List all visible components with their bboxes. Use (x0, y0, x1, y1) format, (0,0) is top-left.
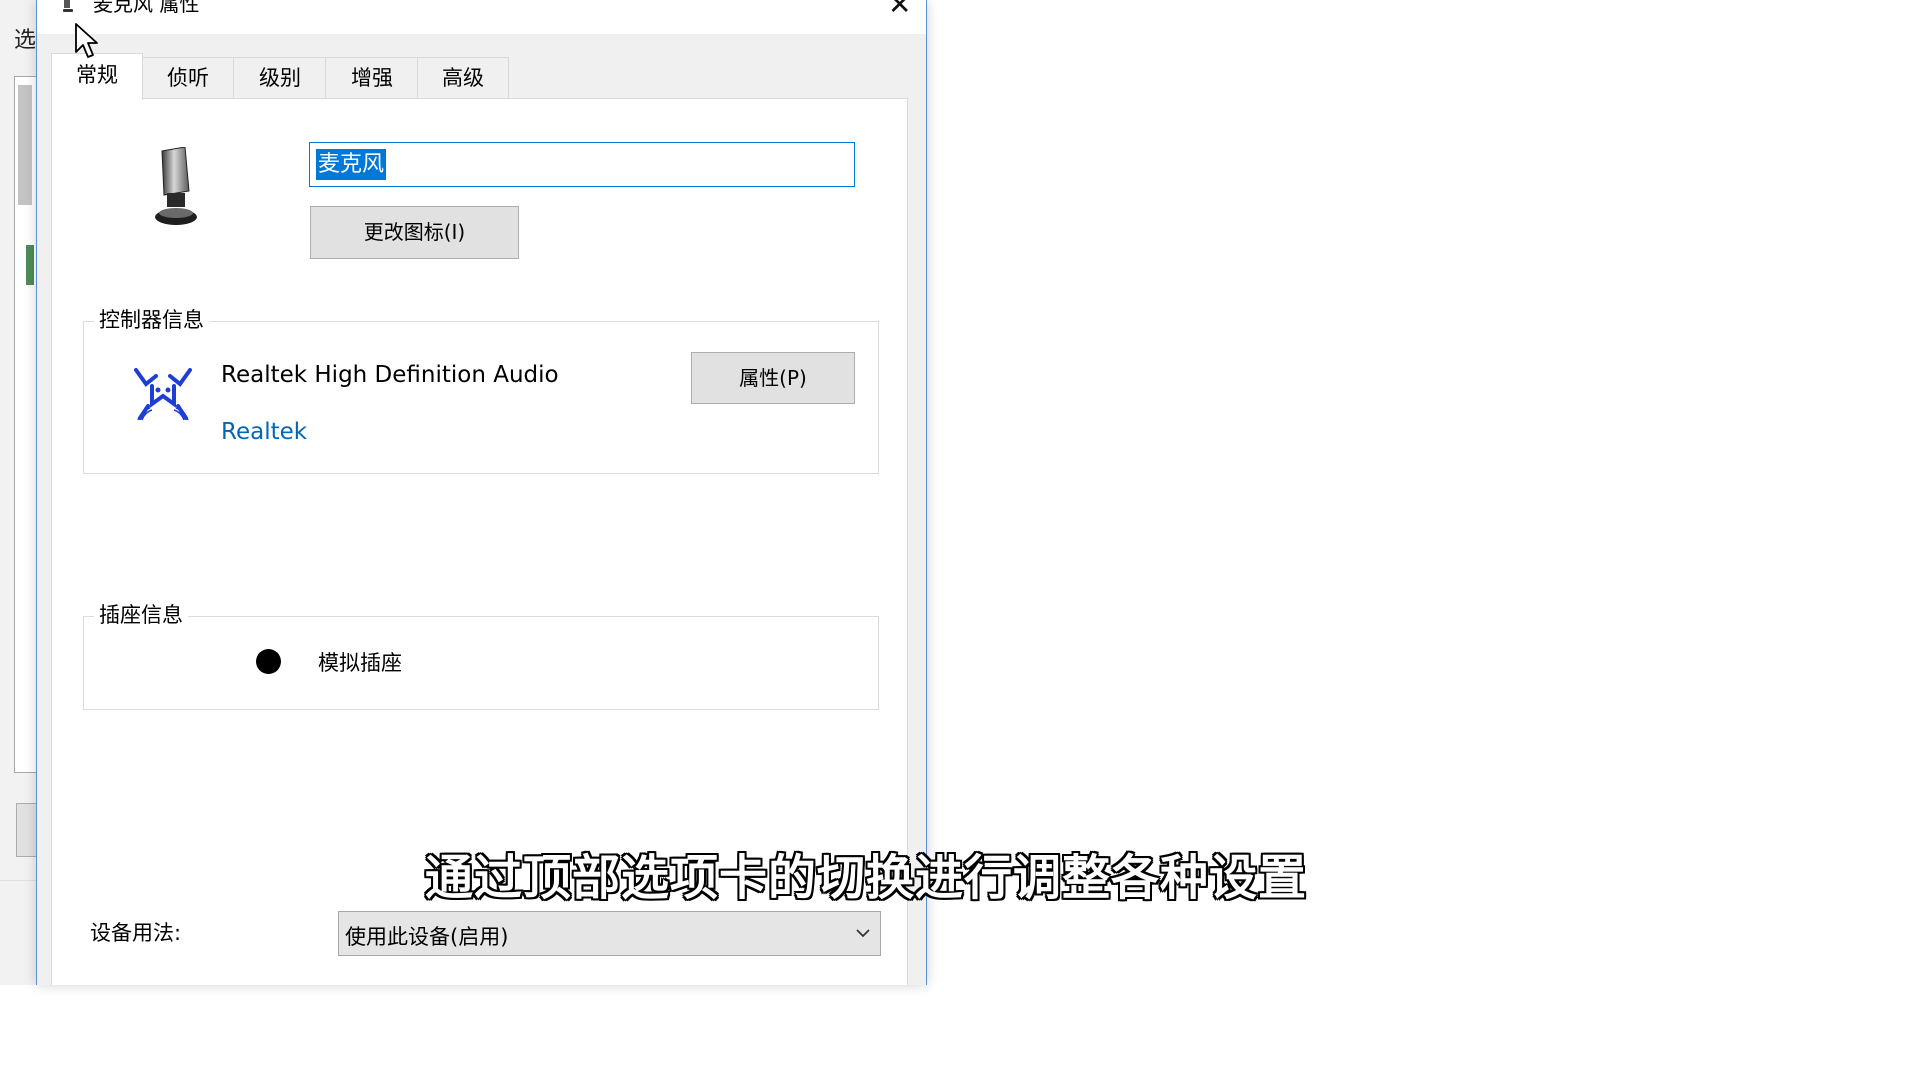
device-name-input[interactable] (309, 142, 855, 187)
background-window-button[interactable] (16, 803, 37, 857)
realtek-crab-icon (134, 368, 192, 421)
jack-label: 模拟插座 (318, 651, 402, 675)
close-icon: ✕ (888, 0, 912, 21)
device-name-selected-text: 麦克风 (316, 149, 387, 180)
tab-general[interactable]: 常规 (51, 53, 143, 100)
chevron-down-icon (856, 929, 870, 938)
tab-listen[interactable]: 侦听 (141, 57, 235, 98)
background-window: 选 (0, 0, 37, 985)
tab-levels[interactable]: 级别 (233, 57, 327, 98)
jack-info-group: 插座信息 模拟插座 (83, 600, 879, 710)
controller-vendor-link[interactable]: Realtek (221, 419, 307, 445)
dialog-title: 麦克风 属性 (93, 0, 200, 16)
background-scrollbar[interactable] (18, 85, 32, 205)
change-icon-button[interactable]: 更改图标(I) (310, 206, 519, 259)
tab-advanced[interactable]: 高级 (417, 57, 509, 98)
video-subtitle: 通过顶部选项卡的切换进行调整各种设置 (425, 850, 1308, 906)
controller-info-group: 控制器信息 Realtek High Definition Audio Real… (83, 305, 879, 474)
device-usage-value: 使用此设备(启用) (345, 925, 509, 949)
controller-info-title: 控制器信息 (94, 305, 209, 335)
microphone-small-icon (63, 0, 73, 12)
title-bar[interactable]: 麦克风 属性 ✕ (37, 0, 926, 34)
background-separator (0, 880, 36, 881)
close-button[interactable]: ✕ (882, 0, 926, 30)
device-usage-select[interactable]: 使用此设备(启用) (338, 911, 881, 956)
jack-info-title: 插座信息 (94, 600, 188, 630)
background-window-label: 选 (14, 28, 37, 53)
background-window-panel (14, 76, 37, 773)
properties-button[interactable]: 属性(P) (691, 352, 855, 404)
tab-enhancements[interactable]: 增强 (325, 57, 419, 98)
microphone-icon (155, 147, 197, 225)
device-usage-label: 设备用法: (90, 921, 182, 945)
jack-indicator-icon (256, 649, 281, 674)
mouse-cursor-icon (75, 23, 98, 58)
controller-name: Realtek High Definition Audio (221, 362, 559, 388)
background-level-indicator (26, 245, 34, 285)
